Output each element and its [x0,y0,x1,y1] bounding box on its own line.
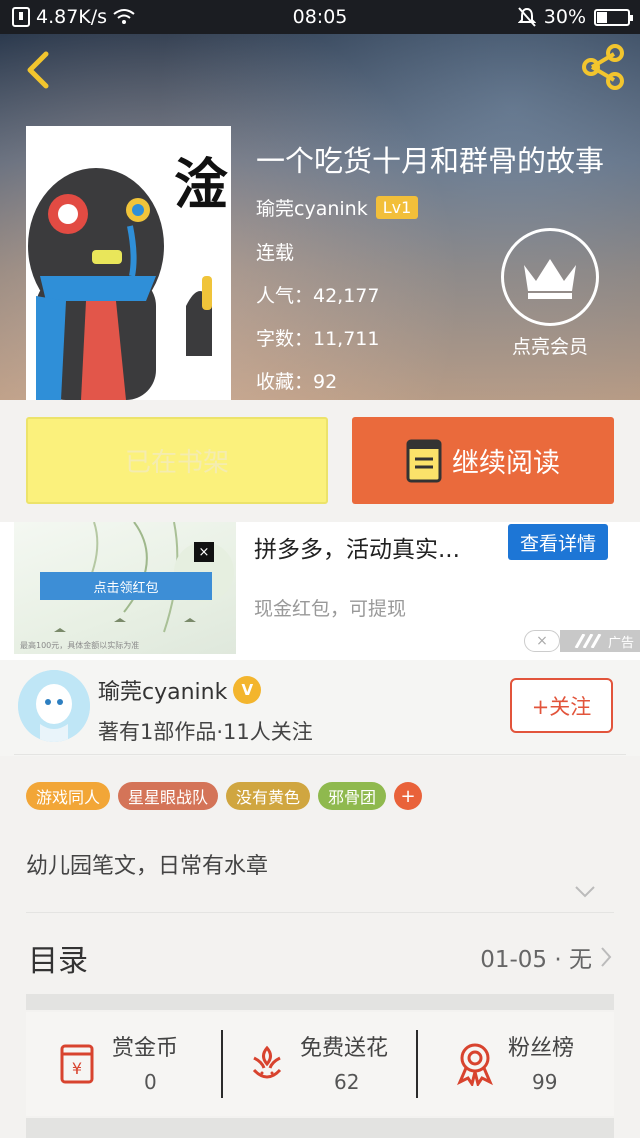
flower-icon [252,1045,282,1079]
follow-button[interactable]: +关注 [510,678,613,733]
ad-tag-label: 广告 [607,635,634,651]
continue-reading-button[interactable]: 继续阅读 [352,417,614,504]
add-tag-button[interactable]: + [394,782,423,810]
book-icon [406,439,442,482]
battery-icon [594,8,633,26]
divider [416,1030,418,1098]
crown-icon [501,228,599,326]
ad-tag: 广告 [560,630,640,652]
stat-value: 62 [334,1070,360,1094]
ad-subtitle: 现金红包，可提现 [254,598,407,620]
section-spacer [26,1118,614,1138]
book-header: 淦 一个吃货十月和群骨的故事 瑜莞cyanink Lv1 连载 人气：42,17… [0,34,640,400]
divider [26,912,614,913]
book-favorites: 收藏：92 [256,371,338,393]
vip-label: 点亮会员 [511,336,588,358]
ad-title: 拼多多，活动真实... [254,537,460,563]
toc-latest: 01-05 · 无 [480,947,592,973]
level-badge: Lv1 [375,196,419,219]
svg-text:¥: ¥ [72,1059,82,1078]
fan-ranking-button[interactable]: 粉丝榜 99 [452,1030,612,1100]
toc-latest-row[interactable]: 01-05 · 无 [480,940,612,974]
battery-percent: 30% [543,6,586,28]
chevron-right-icon [601,947,612,967]
stat-label: 免费送花 [300,1036,389,1061]
ad-detail-button[interactable]: 查看详情 [508,524,608,560]
tag-item[interactable]: 邪骨团 [318,782,387,810]
toc-label[interactable]: 目录 [28,936,88,980]
author-card: 瑜莞cyanink V 著有1部作品·11人关注 +关注 [0,660,640,756]
divider [14,754,626,755]
ad-image-close-button[interactable]: × [194,542,214,562]
vip-button[interactable]: 点亮会员 [500,228,600,359]
free-flowers-button[interactable]: 免费送花 62 [244,1030,424,1100]
tag-item[interactable]: 游戏同人 [26,782,111,810]
share-icon[interactable] [578,42,628,92]
close-icon: × [536,633,548,649]
mute-bell-icon [517,7,536,27]
status-bar: 4.87K/s 08:05 30% [0,0,640,34]
ad-fine-print: 最高100元，具体金额以实际为准 [20,641,140,650]
avatar[interactable] [18,670,90,742]
ad-dismiss-button[interactable]: × [524,630,560,652]
book-cover[interactable]: 淦 [26,126,231,400]
stat-value: 0 [144,1070,157,1094]
award-ribbon-icon [457,1043,493,1086]
book-author-row[interactable]: 瑜莞cyanink Lv1 [256,194,419,221]
book-word-count: 字数：11,711 [256,328,380,350]
continue-reading-label: 继续阅读 [452,448,560,479]
book-author: 瑜莞cyanink [256,198,368,220]
on-shelf-button[interactable]: 已在书架 [26,417,328,504]
stat-label: 粉丝榜 [508,1036,575,1061]
back-arrow-icon[interactable] [18,48,58,92]
book-description: 幼儿园笔文，日常有水章 [26,854,269,879]
section-spacer [26,994,614,1010]
on-shelf-label: 已在书架 [124,448,229,478]
author-stats: 著有1部作品·11人关注 [98,720,313,744]
stat-label: 赏金币 [112,1036,179,1061]
tag-item[interactable]: 没有黄色 [226,782,311,810]
author-name: 瑜莞cyanink [98,680,228,705]
ad-banner[interactable]: 点击领红包 × 最高100元，具体金额以实际为准 拼多多，活动真实... 查看详… [0,522,640,660]
ad-logo-icon [574,634,602,648]
stat-value: 99 [532,1070,558,1094]
red-envelope-icon: ¥ [60,1044,94,1084]
cover-text: 淦 [174,153,228,216]
reward-coins-button[interactable]: ¥ 赏金币 0 [56,1030,226,1100]
tag-list: 游戏同人 星星眼战队 没有黄色 邪骨团 + [26,782,423,810]
ad-image[interactable]: 点击领红包 × 最高100元，具体金额以实际为准 [14,522,236,654]
claim-redpacket-button[interactable]: 点击领红包 [40,572,212,600]
book-status: 连载 [256,242,295,264]
stats-bar: ¥ 赏金币 0 免费送花 62 粉丝榜 99 [26,1012,614,1116]
divider [221,1030,223,1098]
book-popularity: 人气：42,177 [256,285,380,307]
tag-item[interactable]: 星星眼战队 [118,782,219,810]
chevron-down-icon[interactable] [574,885,596,899]
book-title: 一个吃货十月和群骨的故事 [256,144,605,178]
verified-badge-icon: V [233,676,262,704]
author-name-row[interactable]: 瑜莞cyanink V [98,674,262,706]
